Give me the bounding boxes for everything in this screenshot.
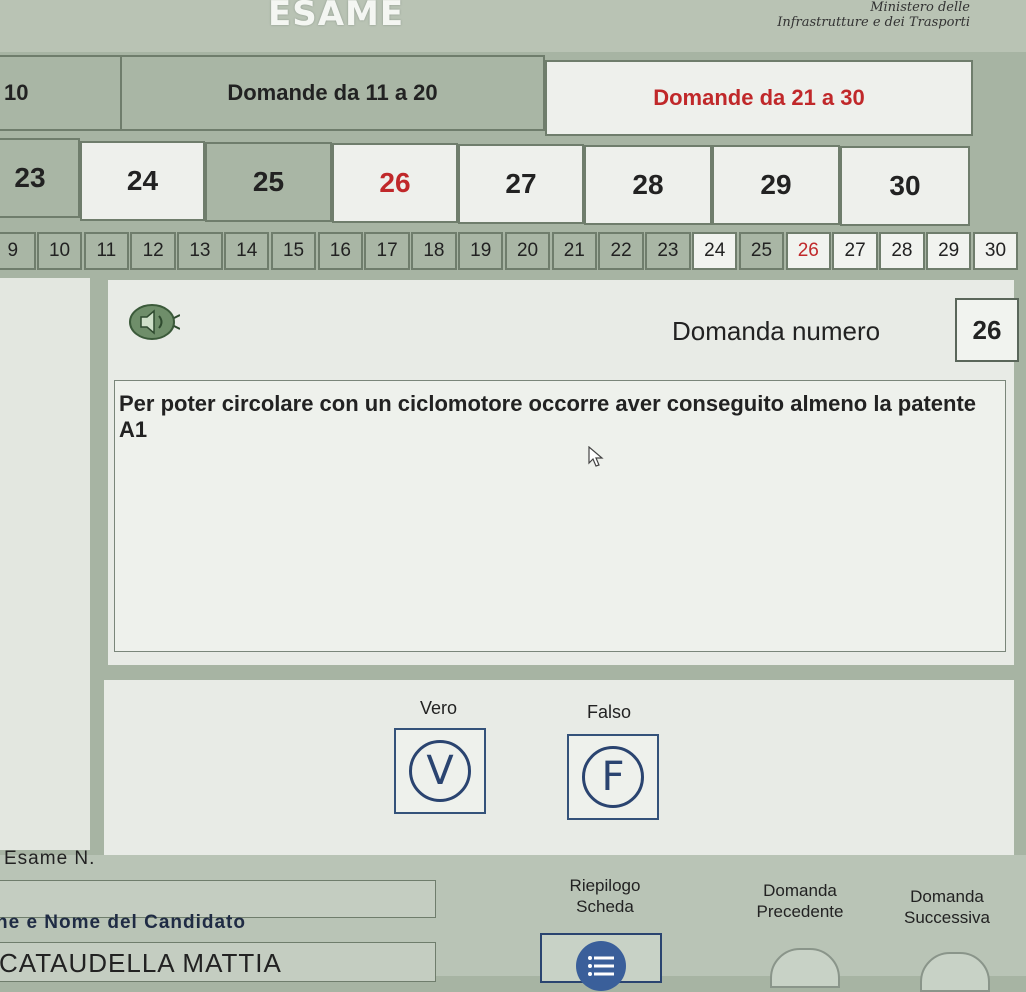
question-tile-25[interactable]: 25 [205, 141, 332, 222]
list-icon [576, 941, 626, 991]
group-tab-11-20[interactable]: Domande da 11 a 20 [120, 55, 545, 131]
ministry-line-2: Infrastrutture e dei Trasporti [777, 15, 970, 30]
strip-item-18[interactable]: 18 [411, 232, 457, 270]
question-tile-24[interactable]: 24 [80, 140, 205, 221]
group-tab-label: Domande da 11 a 20 [227, 80, 438, 105]
falso-button[interactable]: F [567, 734, 659, 820]
ministry-line-1: Ministero delle [870, 0, 970, 15]
candidate-name-label: ne e Nome del Candidato [0, 912, 246, 933]
strip-item-22[interactable]: 22 [598, 232, 644, 270]
vero-icon: V [409, 740, 471, 802]
speaker-icon[interactable] [128, 296, 181, 348]
group-tab-label: Domande da 21 a 30 [653, 85, 865, 110]
precedente-label: Domanda Precedente [756, 881, 844, 921]
strip-item-26[interactable]: 26 [785, 232, 832, 270]
mouse-pointer-icon [588, 445, 604, 468]
strip-item-17[interactable]: 17 [364, 232, 410, 270]
group-tab-21-30[interactable]: Domande da 21 a 30 [545, 60, 973, 136]
question-tile-26[interactable]: 26 [332, 142, 458, 223]
group-tab-label: 10 [4, 80, 29, 105]
strip-item-29[interactable]: 29 [925, 232, 972, 270]
strip-item-16[interactable]: 16 [317, 232, 364, 270]
strip-item-23[interactable]: 23 [645, 232, 691, 270]
answer-panel [104, 680, 1014, 855]
exam-number-label: Esame N. [4, 848, 96, 869]
question-number-value: 26 [955, 298, 1019, 362]
question-tile-29[interactable]: 29 [712, 145, 840, 226]
falso-label: Falso [587, 702, 632, 722]
strip-item-13[interactable]: 13 [177, 232, 223, 270]
question-tile-27[interactable]: 27 [458, 143, 584, 224]
group-tab-1-10[interactable]: 10 [0, 55, 122, 131]
strip-item-14[interactable]: 14 [223, 232, 270, 270]
strip-item-19[interactable]: 19 [457, 232, 504, 270]
strip-item-24[interactable]: 24 [691, 232, 738, 270]
vero-button[interactable]: V [394, 728, 486, 814]
strip-item-20[interactable]: 20 [504, 232, 551, 270]
strip-item-28[interactable]: 28 [879, 232, 925, 270]
question-tile-23[interactable]: 23 [0, 138, 80, 218]
falso-icon: F [582, 746, 644, 808]
question-number-strip: 9 10 11 12 13 14 15 16 17 18 19 20 21 22 23 24 25 26 27 28 2… [0, 232, 1026, 272]
strip-item-10[interactable]: 10 [36, 232, 83, 270]
strip-item-9[interactable]: 9 [0, 232, 36, 270]
question-text: Per poter circolare con un ciclomotore o… [114, 380, 1006, 652]
question-number-label: Domanda numero [672, 316, 881, 346]
esame-logo: ESAME [268, 0, 405, 34]
strip-item-21[interactable]: 21 [551, 232, 598, 270]
question-tile-30[interactable]: 30 [840, 146, 970, 227]
strip-item-25[interactable]: 25 [738, 232, 785, 270]
strip-item-11[interactable]: 11 [83, 232, 130, 270]
ministry-logo: Ministero delle Infrastrutture e dei Tra… [740, 0, 970, 30]
strip-item-30[interactable]: 30 [972, 232, 1019, 270]
strip-item-15[interactable]: 15 [270, 232, 317, 270]
left-side-panel [0, 278, 90, 850]
riepilogo-label: Riepilogo Scheda [569, 876, 641, 916]
candidate-name-field: CATAUDELLA MATTIA [0, 942, 436, 982]
strip-item-27[interactable]: 27 [832, 232, 878, 270]
successiva-label: Domanda Successiva [904, 887, 990, 927]
question-tile-28[interactable]: 28 [584, 144, 712, 225]
vero-label: Vero [420, 698, 458, 718]
strip-item-12[interactable]: 12 [130, 232, 176, 270]
